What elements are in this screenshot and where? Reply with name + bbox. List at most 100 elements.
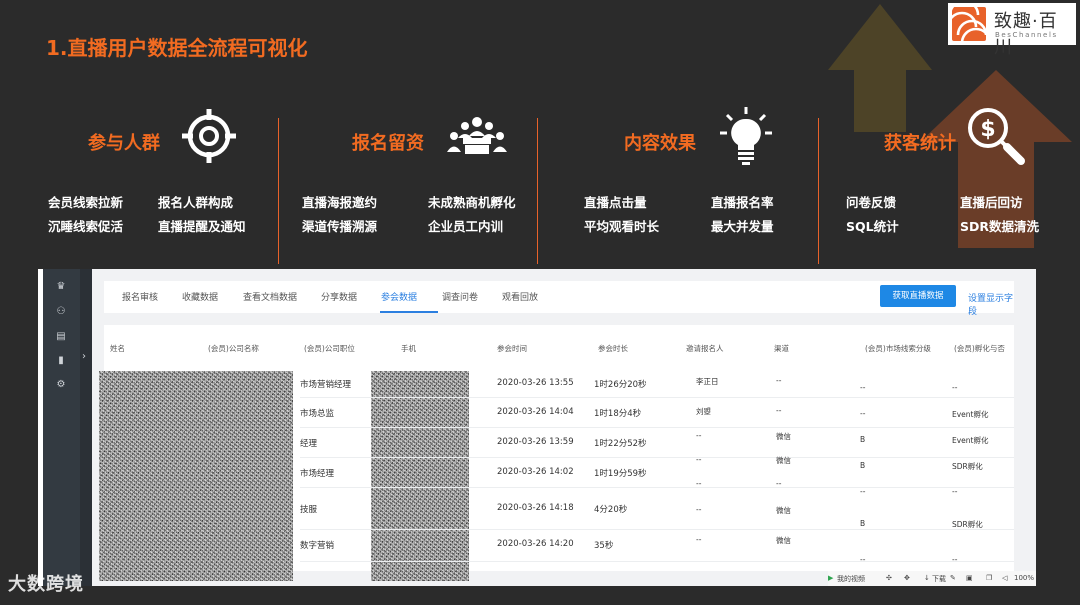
volume-icon[interactable]: ◁ <box>1002 574 1007 582</box>
cell-channel: -- <box>776 406 782 415</box>
my-video-link[interactable]: 我的视频 <box>837 574 865 584</box>
tab-registration-review[interactable]: 报名审核 <box>122 290 158 303</box>
redacted-name-company-block <box>99 371 293 581</box>
database-icon[interactable]: ▤ <box>55 332 67 342</box>
feature-label: 直播报名率 <box>711 195 774 210</box>
download-label[interactable]: 下载 <box>932 574 946 584</box>
cell-inviter: -- <box>696 505 702 514</box>
watermark: 大数跨境 <box>8 574 84 595</box>
cell-inviter: 刘曌 <box>696 407 711 416</box>
tab-favorites[interactable]: 收藏数据 <box>182 290 218 303</box>
app-content: 报名审核 收藏数据 查看文档数据 分享数据 参会数据 调查问卷 观看回放 获取直… <box>92 269 1036 586</box>
people-icon[interactable]: ⚇ <box>55 307 67 317</box>
feature-label: 平均观看时长 <box>584 219 660 234</box>
cell-position: 数字营销 <box>300 541 335 551</box>
column-header: 邀请报名人 <box>686 344 724 353</box>
fetch-live-data-button[interactable]: 获取直播数据 <box>880 285 956 307</box>
download-icon[interactable]: ↓ <box>924 574 930 582</box>
column-header: 渠道 <box>774 344 789 353</box>
pin-alt-icon[interactable]: ✥ <box>904 574 910 582</box>
app-screenshot-panel: ♛ ⚇ ▤ ▮ ⚙ › 报名审核 收藏数据 查看文档数据 分享数据 参会数据 调… <box>38 269 1036 586</box>
window-icon[interactable]: ❐ <box>986 574 992 582</box>
cell-incubate: -- <box>952 383 958 392</box>
redacted-phone-block <box>371 371 469 581</box>
cell-channel: -- <box>776 376 782 385</box>
image-icon[interactable]: ▣ <box>966 574 973 582</box>
feature-label: 未成熟商机孵化 <box>428 195 516 210</box>
tab-share-data[interactable]: 分享数据 <box>321 290 357 303</box>
category-title: 获客统计 <box>884 133 956 154</box>
video-status-bar: ▶ 我的视频 ✣ ✥ ↓ 下载 ✎ ▣ ❐ ◁ 100% <box>828 571 1036 586</box>
feature-label: 报名人群构成 <box>158 195 234 210</box>
tab-survey[interactable]: 调查问卷 <box>442 290 478 303</box>
zoom-level: 100% <box>1014 574 1035 582</box>
feature-label: SQL统计 <box>846 219 899 234</box>
row-divider <box>300 397 1014 398</box>
display-fields-link[interactable]: 设置显示字段 <box>968 291 1014 317</box>
cell-incubate: Event孵化 <box>952 410 989 419</box>
cell-position: 市场营销经理 <box>300 380 352 390</box>
cell-inviter: -- <box>696 479 702 488</box>
crown-icon[interactable]: ♛ <box>55 282 67 292</box>
active-tab-indicator <box>380 311 438 313</box>
page-title: 1.直播用户数据全流程可视化 <box>46 36 308 60</box>
pin-icon[interactable]: ✣ <box>886 574 892 582</box>
tab-attendance-data[interactable]: 参会数据 <box>381 290 417 303</box>
cell-incubate: SDR孵化 <box>952 520 983 529</box>
feature-label: 会员线索拉新 <box>48 195 124 210</box>
cell-duration: 4分20秒 <box>594 505 628 515</box>
feature-label: 直播海报邀约 <box>302 195 378 210</box>
feature-label: 直播后回访 <box>960 195 1023 210</box>
play-icon[interactable]: ▶ <box>828 574 833 582</box>
cell-channel: 微信 <box>776 506 791 515</box>
row-divider <box>300 457 1014 458</box>
cell-duration: 1时19分59秒 <box>594 469 647 479</box>
feature-label: 最大并发量 <box>711 219 774 234</box>
bar-chart-icon[interactable]: ▮ <box>55 356 67 366</box>
column-header: 姓名 <box>110 344 125 353</box>
cell-channel: -- <box>776 479 782 488</box>
logo-subtitle: BesChannels <box>995 31 1058 39</box>
cell-channel: 微信 <box>776 432 791 441</box>
cell-time: 2020-03-26 14:04 <box>497 407 574 417</box>
svg-text:$: $ <box>980 117 995 142</box>
edit-icon[interactable]: ✎ <box>950 574 956 582</box>
divider <box>537 118 538 264</box>
chevron-right-icon[interactable]: › <box>82 351 86 362</box>
lightbulb-icon <box>720 107 772 165</box>
cell-duration: 1时18分4秒 <box>594 409 642 419</box>
cell-position: 市场经理 <box>300 469 335 479</box>
column-header: 参会时长 <box>598 344 628 353</box>
logo-mark-icon <box>946 0 992 44</box>
cell-grade: -- <box>860 487 866 496</box>
cell-duration: 1时22分52秒 <box>594 439 647 449</box>
cell-time: 2020-03-26 14:20 <box>497 539 574 549</box>
feature-label: 直播点击量 <box>584 195 647 210</box>
cell-incubate: -- <box>952 555 958 564</box>
cell-grade: B <box>860 519 866 528</box>
column-header: (会员)孵化与否 <box>954 344 1005 353</box>
cell-position: 技服 <box>300 505 318 515</box>
row-divider <box>300 529 1014 530</box>
cell-duration: 1时26分20秒 <box>594 380 647 390</box>
cell-inviter: -- <box>696 431 702 440</box>
cell-incubate: -- <box>952 487 958 496</box>
tab-replay[interactable]: 观看回放 <box>502 290 538 303</box>
category-title: 报名留资 <box>352 133 424 154</box>
cell-time: 2020-03-26 13:55 <box>497 378 574 388</box>
cell-time: 2020-03-26 14:18 <box>497 503 574 513</box>
sidebar-collapse-strip[interactable]: › <box>80 269 92 586</box>
cell-inviter: -- <box>696 535 702 544</box>
category-title: 参与人群 <box>88 133 160 154</box>
cell-position: 市场总监 <box>300 409 335 419</box>
table-header: 姓名 (会员)公司名称 (会员)公司职位 手机 参会时间 参会时长 邀请报名人 … <box>104 325 1014 369</box>
feature-label: 沉睡线索促活 <box>48 219 124 234</box>
settings-icon[interactable]: ⚙ <box>55 380 67 390</box>
cell-incubate: SDR孵化 <box>952 462 983 471</box>
tab-document-data[interactable]: 查看文档数据 <box>243 290 297 303</box>
feature-label: SDR数据清洗 <box>960 219 1040 234</box>
feature-label: 问卷反馈 <box>846 195 897 210</box>
decorative-arrow-olive <box>828 4 932 132</box>
category-title: 内容效果 <box>624 133 696 154</box>
table-body: 市场营销经理 2020-03-26 13:55 1时26分20秒 李正日 -- … <box>99 369 1014 581</box>
